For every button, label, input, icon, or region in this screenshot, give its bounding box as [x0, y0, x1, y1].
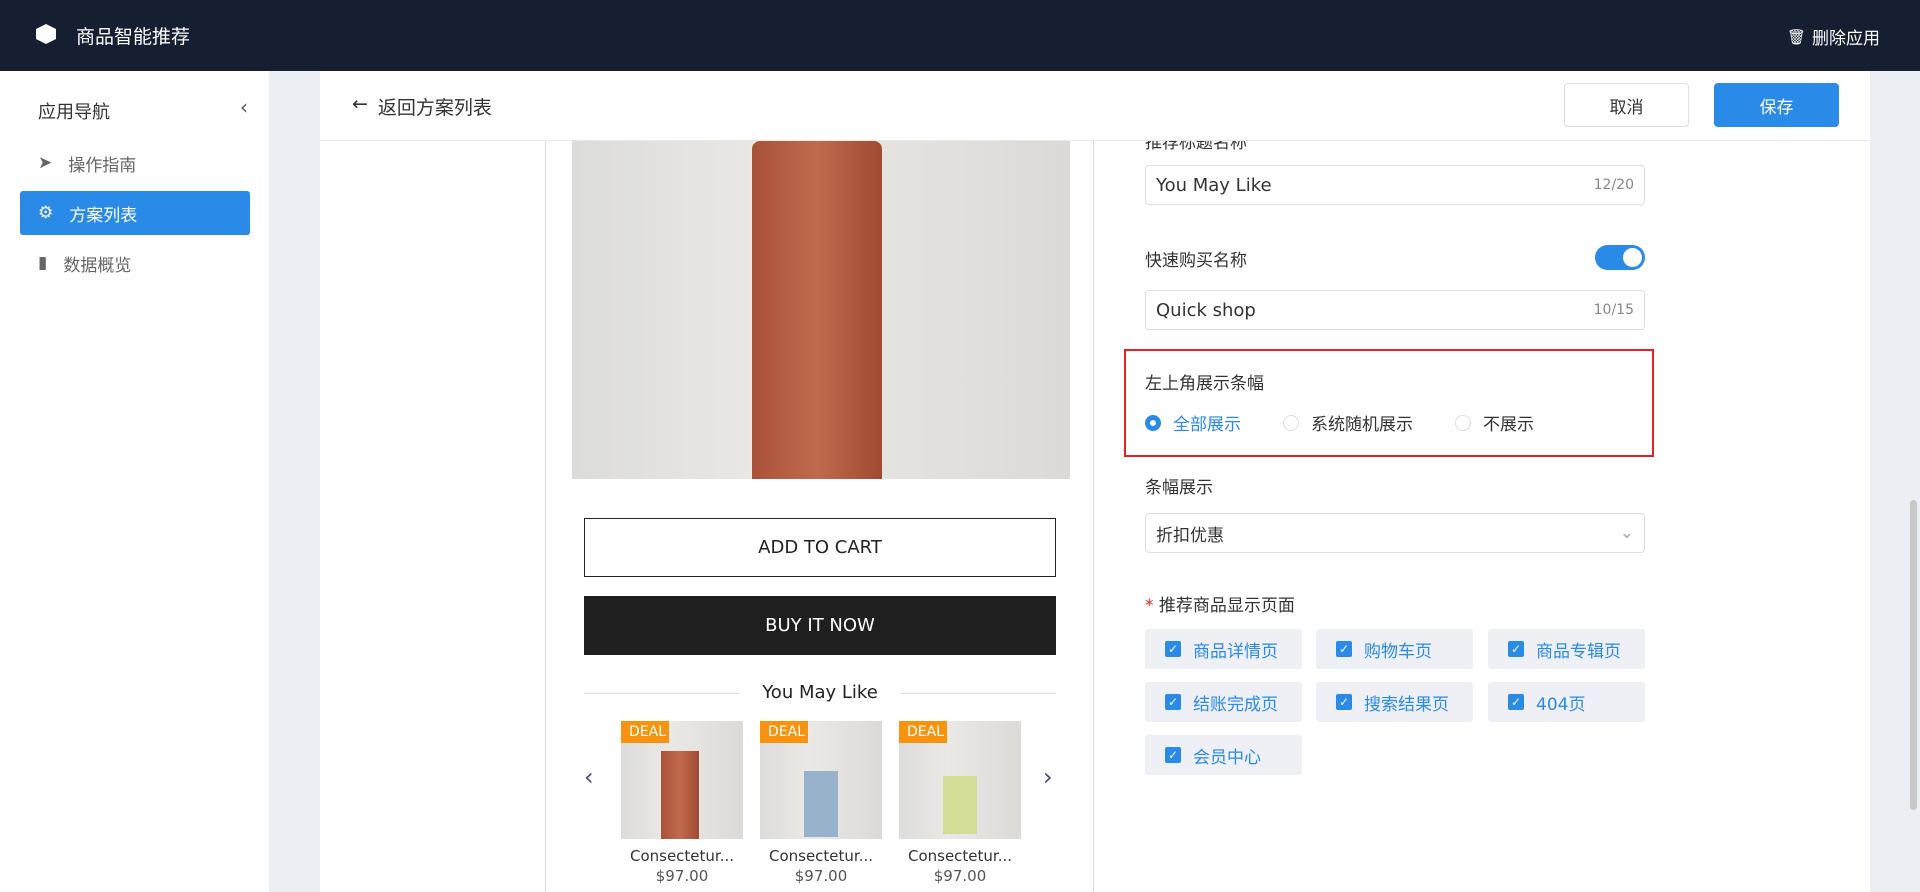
checkbox-404[interactable]: ✓ 404页: [1488, 682, 1645, 722]
delete-app-button[interactable]: 🗑 删除应用: [1786, 24, 1880, 50]
divider: [901, 693, 1056, 694]
divider: [584, 693, 739, 694]
checkbox-label: 购物车页: [1364, 641, 1432, 662]
quick-buy-input[interactable]: Quick shop 10/15: [1145, 290, 1645, 330]
banner-select[interactable]: 折扣优惠 ⌄: [1145, 513, 1645, 553]
app-header: 商品智能推荐 🗑 删除应用: [0, 0, 1920, 71]
radio-checked-icon: [1145, 414, 1161, 431]
product-title[interactable]: Consectetur...: [760, 847, 882, 865]
cube-icon: [36, 24, 56, 44]
checkbox-search-results[interactable]: ✓ 搜索结果页: [1316, 682, 1473, 722]
sidebar-item-data[interactable]: ▮ 数据概览: [20, 241, 250, 285]
checkbox-member-center[interactable]: ✓ 会员中心: [1145, 735, 1302, 775]
radio-label: 全部展示: [1173, 415, 1241, 435]
check-icon: ✓: [1336, 694, 1352, 710]
product-title[interactable]: Consectetur...: [621, 847, 743, 865]
cancel-button[interactable]: 取消: [1564, 83, 1689, 127]
back-link[interactable]: ← 返回方案列表: [352, 93, 492, 120]
preview-panel: ADD TO CART BUY IT NOW You May Like ‹ › …: [545, 141, 1094, 892]
radio-icon: [1283, 414, 1299, 431]
trash-icon: 🗑: [1786, 27, 1806, 46]
save-button[interactable]: 保存: [1714, 83, 1839, 127]
delete-label: 删除应用: [1812, 29, 1880, 49]
sidebar: 应用导航 ‹ ➤ 操作指南 ⚙ 方案列表 ▮ 数据概览: [0, 71, 269, 892]
back-label: 返回方案列表: [377, 97, 492, 119]
check-icon: ✓: [1508, 694, 1524, 710]
product-thumb[interactable]: DEAL: [899, 721, 1021, 839]
title-value: You May Like: [1156, 174, 1272, 196]
checkbox-label: 会员中心: [1193, 747, 1261, 768]
deal-badge: DEAL: [760, 721, 808, 743]
product-price: $97.00: [933, 867, 987, 885]
send-icon: ➤: [38, 153, 53, 173]
quick-value: Quick shop: [1156, 299, 1256, 321]
char-count: 12/20: [1593, 177, 1634, 193]
product-image: [572, 141, 1070, 479]
checkbox-collection[interactable]: ✓ 商品专辑页: [1488, 629, 1645, 669]
checkbox-label: 结账完成页: [1193, 694, 1278, 715]
product-thumb[interactable]: DEAL: [760, 721, 882, 839]
quick-buy-toggle[interactable]: [1595, 245, 1645, 270]
chevron-down-icon: ⌄: [1619, 523, 1634, 543]
buy-now-button[interactable]: BUY IT NOW: [584, 596, 1056, 655]
banner-label: 条幅展示: [1145, 478, 1213, 498]
highlight-box: [1124, 349, 1654, 457]
scrollbar[interactable]: [1910, 500, 1917, 810]
check-icon: ✓: [1508, 641, 1524, 657]
corner-banner-label: 左上角展示条幅: [1145, 374, 1264, 394]
radio-hide[interactable]: 不展示: [1455, 410, 1534, 435]
checkbox-label: 404页: [1536, 694, 1586, 715]
gear-icon: ⚙: [38, 203, 54, 223]
nav-label: 数据概览: [63, 255, 132, 276]
radio-icon: [1455, 414, 1471, 431]
product-title[interactable]: Consectetur...: [899, 847, 1021, 865]
product-price: $97.00: [794, 867, 848, 885]
sidebar-item-guide[interactable]: ➤ 操作指南: [20, 141, 250, 185]
sidebar-title: 应用导航: [38, 102, 110, 123]
product-thumb[interactable]: DEAL: [621, 721, 743, 839]
check-icon: ✓: [1165, 694, 1181, 710]
chevron-right-icon[interactable]: ›: [1043, 763, 1053, 791]
bar-chart-icon: ▮: [38, 253, 48, 273]
banner-value: 折扣优惠: [1156, 525, 1224, 546]
quick-buy-label: 快速购买名称: [1145, 251, 1247, 271]
nav-label: 方案列表: [69, 205, 138, 226]
deal-badge: DEAL: [621, 721, 669, 743]
deal-badge: DEAL: [899, 721, 947, 743]
sidebar-item-plans[interactable]: ⚙ 方案列表: [20, 191, 250, 235]
title-input[interactable]: You May Like 12/20: [1145, 165, 1645, 205]
radio-label: 系统随机展示: [1311, 415, 1413, 435]
product-price: $97.00: [655, 867, 709, 885]
top-bar: ← 返回方案列表 取消 保存: [320, 71, 1870, 141]
required-mark: *: [1145, 596, 1154, 616]
recommend-title: You May Like: [762, 682, 878, 703]
add-to-cart-button[interactable]: ADD TO CART: [584, 518, 1056, 577]
app-title: 商品智能推荐: [76, 26, 191, 48]
pages-label: 推荐商品显示页面: [1158, 596, 1295, 616]
check-icon: ✓: [1165, 747, 1181, 763]
check-icon: ✓: [1336, 641, 1352, 657]
char-count: 10/15: [1593, 302, 1634, 318]
chevron-left-icon[interactable]: ‹: [584, 763, 594, 791]
checkbox-checkout-complete[interactable]: ✓ 结账完成页: [1145, 682, 1302, 722]
arrow-left-icon: ←: [352, 93, 368, 115]
radio-show-all[interactable]: 全部展示: [1145, 410, 1241, 435]
radio-random[interactable]: 系统随机展示: [1283, 410, 1413, 435]
checkbox-product-detail[interactable]: ✓ 商品详情页: [1145, 629, 1302, 669]
collapse-chevron-icon[interactable]: ‹: [240, 95, 248, 119]
nav-label: 操作指南: [68, 155, 137, 176]
check-icon: ✓: [1165, 641, 1181, 657]
checkbox-cart[interactable]: ✓ 购物车页: [1316, 629, 1473, 669]
checkbox-label: 搜索结果页: [1364, 694, 1449, 715]
checkbox-label: 商品专辑页: [1536, 641, 1621, 662]
radio-label: 不展示: [1483, 415, 1534, 435]
checkbox-label: 商品详情页: [1193, 641, 1278, 662]
